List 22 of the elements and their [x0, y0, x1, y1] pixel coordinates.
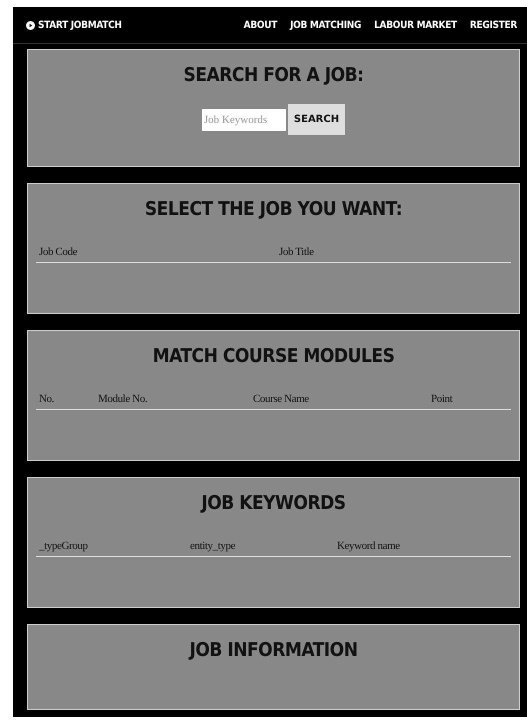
column-header: entity_type [190, 540, 236, 552]
column-header: Course Name [253, 393, 310, 405]
keyword-field[interactable]: Job Keywords [202, 108, 286, 130]
brand-link[interactable]: START JOBMATCH [38, 20, 122, 30]
column-header: Module No. [98, 393, 148, 405]
section-title: SELECT THE JOB YOU WANT: [144, 198, 402, 220]
nav-link[interactable]: REGISTER [470, 20, 517, 30]
column-header: _typeGroup [39, 540, 89, 552]
section-title: SEARCH FOR A JOB: [184, 64, 364, 86]
column-header: Point [431, 393, 454, 405]
nav-link[interactable]: JOB MATCHING [290, 20, 362, 30]
play-icon [26, 20, 35, 30]
search-button[interactable]: SEARCH [288, 104, 346, 135]
nav-link[interactable]: ABOUT [244, 20, 278, 30]
column-header: Job Title [279, 246, 315, 258]
column-header: No. [39, 393, 55, 405]
column-header: Job Code [39, 246, 78, 258]
section-title: JOB KEYWORDS [201, 492, 346, 514]
nav-link[interactable]: LABOUR MARKET [374, 20, 457, 30]
section-title: MATCH COURSE MODULES [152, 345, 394, 367]
section-title: JOB INFORMATION [189, 639, 358, 661]
column-header: Keyword name [337, 540, 401, 552]
